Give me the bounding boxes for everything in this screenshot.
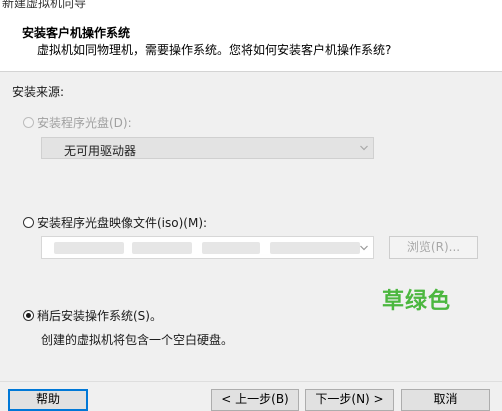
- page-subtitle: 虚拟机如同物理机，需要操作系统。您将如何安装客户机操作系统?: [37, 43, 392, 57]
- install-source-label: 安装来源:: [12, 85, 65, 99]
- disc-radio[interactable]: [23, 117, 34, 128]
- cancel-button[interactable]: 取消: [401, 389, 490, 411]
- install-later-radio[interactable]: [23, 310, 34, 321]
- iso-path-input[interactable]: [41, 236, 374, 259]
- chevron-down-icon: [360, 145, 368, 151]
- iso-radio[interactable]: [23, 217, 34, 228]
- back-button[interactable]: < 上一步(B): [211, 389, 299, 411]
- wizard-header: 安装客户机操作系统 虚拟机如同物理机，需要操作系统。您将如何安装客户机操作系统?: [0, 14, 502, 72]
- disc-option-label: 安装程序光盘(D):: [37, 116, 132, 130]
- browse-button[interactable]: 浏览(R)...: [389, 236, 478, 259]
- iso-option[interactable]: 安装程序光盘映像文件(iso)(M):: [23, 214, 207, 231]
- watermark-text: 草绿色: [382, 289, 452, 314]
- install-later-label: 稍后安装操作系统(S)。: [37, 309, 162, 323]
- title-bar: 新建虚拟机向导: [0, 0, 502, 14]
- disc-option[interactable]: 安装程序光盘(D):: [23, 114, 132, 131]
- help-button[interactable]: 帮助: [8, 389, 88, 411]
- install-later-description: 创建的虚拟机将包含一个空白硬盘。: [41, 333, 234, 347]
- redacted-path: [270, 242, 360, 254]
- page-title: 安装客户机操作系统: [22, 26, 131, 40]
- redacted-path: [132, 242, 192, 254]
- install-later-option[interactable]: 稍后安装操作系统(S)。: [23, 307, 162, 324]
- iso-option-label: 安装程序光盘映像文件(iso)(M):: [37, 216, 208, 230]
- drive-select[interactable]: 无可用驱动器: [41, 137, 374, 159]
- wizard-body: 安装来源: 安装程序光盘(D): 无可用驱动器 安装程序光盘映像文件(iso)(…: [0, 72, 502, 403]
- redacted-path: [54, 242, 124, 254]
- chevron-down-icon: [360, 245, 368, 251]
- window-title: 新建虚拟机向导: [2, 0, 87, 10]
- footer-divider: [0, 381, 502, 382]
- next-button[interactable]: 下一步(N) >: [305, 389, 394, 411]
- redacted-path: [202, 242, 260, 254]
- drive-select-value: 无可用驱动器: [64, 144, 137, 158]
